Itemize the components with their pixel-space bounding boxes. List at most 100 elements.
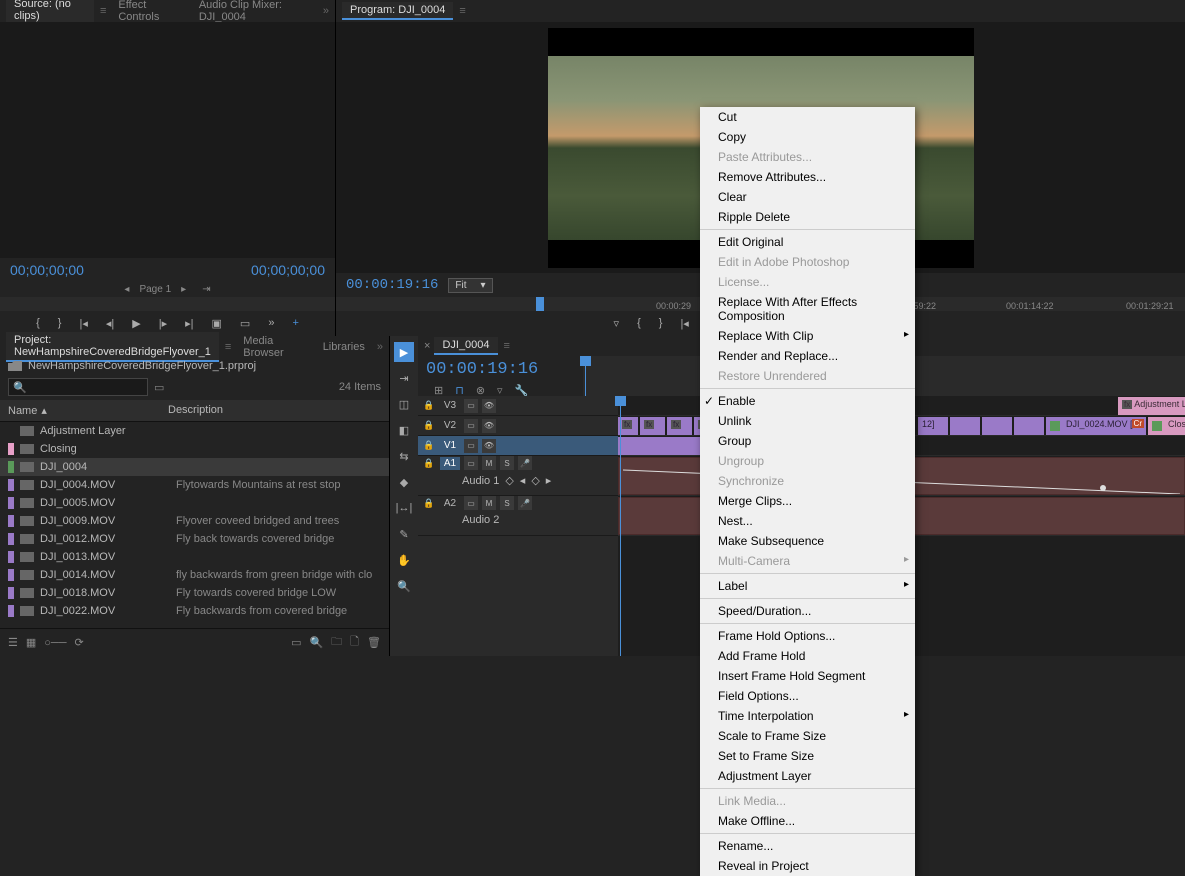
track-header-v1[interactable]: 🔒 V1 ▭ 👁 — [418, 436, 618, 456]
libraries-tab[interactable]: Libraries — [315, 339, 373, 355]
asset-row[interactable]: DJI_0004 — [0, 458, 389, 476]
timeline-playhead-line[interactable] — [620, 396, 621, 656]
menu-make-offline[interactable]: Make Offline... — [700, 811, 915, 831]
play-icon[interactable]: ▶ — [132, 317, 140, 330]
zoom-slider[interactable]: ○── — [44, 637, 66, 649]
clip-closing[interactable]: Closing — [1148, 417, 1185, 435]
tab-menu-icon[interactable]: ≡ — [504, 340, 510, 352]
track-header-a1[interactable]: 🔒 A1 ▭ M S 🎤 Audio 1 ◇ ◂ ◇ ▸ — [418, 456, 618, 496]
solo-icon[interactable]: S — [500, 456, 514, 470]
menu-cut[interactable]: Cut — [700, 107, 915, 127]
menu-enable[interactable]: Enable — [700, 391, 915, 411]
menu-clear[interactable]: Clear — [700, 187, 915, 207]
menu-render-replace[interactable]: Render and Replace... — [700, 346, 915, 366]
asset-row[interactable]: Closing — [0, 440, 389, 458]
new-bin-icon[interactable]: 🗀 — [331, 633, 342, 652]
menu-set-to-frame[interactable]: Set to Frame Size — [700, 746, 915, 766]
lock-icon[interactable]: 🔒 — [422, 439, 436, 453]
icon-view-icon[interactable]: ▦ — [26, 636, 36, 649]
close-seq-icon[interactable]: × — [424, 340, 430, 352]
tab-menu-icon[interactable]: ≡ — [225, 341, 231, 353]
toggle-output-icon[interactable]: ▭ — [464, 496, 478, 510]
rolling-edit-tool-icon[interactable]: ◧ — [394, 420, 414, 440]
menu-label[interactable]: Label — [700, 576, 915, 596]
clip[interactable] — [1014, 417, 1044, 435]
source-ruler[interactable] — [0, 297, 335, 311]
source-in-timecode[interactable]: 00;00;00;00 — [10, 262, 84, 278]
timeline-playhead[interactable] — [585, 356, 586, 396]
zoom-tool-icon[interactable]: 🔍 — [394, 576, 414, 596]
track-header-a2[interactable]: 🔒 A2 ▭ M S 🎤 Audio 2 — [418, 496, 618, 536]
ripple-edit-tool-icon[interactable]: ◫ — [394, 394, 414, 414]
name-column[interactable]: Name — [8, 405, 37, 417]
menu-frame-hold-options[interactable]: Frame Hold Options... — [700, 626, 915, 646]
new-item-icon[interactable]: 🗋 — [350, 633, 359, 652]
clip[interactable]: DJI_0024.MOV [1 Cr — [1046, 417, 1146, 435]
track-header-v2[interactable]: 🔒 V2 ▭ 👁 — [418, 416, 618, 436]
step-forward-icon[interactable]: |▸ — [159, 317, 167, 330]
sort-asc-icon[interactable]: ▴ — [41, 404, 47, 417]
asset-row[interactable]: DJI_0018.MOVFly towards covered bridge L… — [0, 584, 389, 602]
voice-over-icon[interactable]: 🎤 — [518, 496, 532, 510]
menu-adjustment-layer[interactable]: Adjustment Layer — [700, 766, 915, 786]
menu-make-subsequence[interactable]: Make Subsequence — [700, 531, 915, 551]
pen-tool-icon[interactable]: ✎ — [394, 524, 414, 544]
lock-icon[interactable]: 🔒 — [422, 496, 436, 510]
menu-edit-original[interactable]: Edit Original — [700, 232, 915, 252]
program-playhead[interactable] — [536, 297, 544, 311]
next-page-icon[interactable]: ▸ — [181, 284, 186, 295]
trash-icon[interactable]: 🗑 — [367, 636, 381, 649]
search-input[interactable]: 🔍 — [8, 378, 148, 396]
menu-unlink[interactable]: Unlink — [700, 411, 915, 431]
mute-icon[interactable]: M — [482, 496, 496, 510]
menu-scale-to-frame[interactable]: Scale to Frame Size — [700, 726, 915, 746]
asset-row[interactable]: DJI_0004.MOVFlytowards Mountains at rest… — [0, 476, 389, 494]
desc-column[interactable]: Description — [168, 404, 381, 417]
clip[interactable]: fx — [667, 417, 692, 435]
menu-remove-attributes[interactable]: Remove Attributes... — [700, 167, 915, 187]
page-spread-icon[interactable]: ⇥ — [202, 284, 210, 295]
program-tab[interactable]: Program: DJI_0004 — [342, 2, 453, 20]
menu-field-options[interactable]: Field Options... — [700, 686, 915, 706]
asset-row[interactable]: DJI_0005.MOV — [0, 494, 389, 512]
toggle-sync-icon[interactable]: 👁 — [482, 399, 496, 413]
snap-icon[interactable]: ⊓ — [455, 384, 464, 397]
mark-in-icon[interactable]: { — [36, 317, 40, 330]
razor-tool-icon[interactable]: ◆ — [394, 472, 414, 492]
go-to-in-icon[interactable]: |◂ — [680, 317, 688, 330]
keyframe-icon[interactable]: ◇ — [505, 474, 513, 487]
menu-time-interpolation[interactable]: Time Interpolation — [700, 706, 915, 726]
toggle-output-icon[interactable]: ▭ — [464, 456, 478, 470]
overwrite-icon[interactable]: ▭ — [240, 317, 250, 330]
go-to-in-icon[interactable]: |◂ — [79, 317, 87, 330]
selection-tool-icon[interactable]: ▶ — [394, 342, 414, 362]
menu-merge-clips[interactable]: Merge Clips... — [700, 491, 915, 511]
menu-rename[interactable]: Rename... — [700, 836, 915, 856]
lock-icon[interactable]: 🔒 — [422, 456, 436, 470]
media-browser-tab[interactable]: Media Browser — [235, 333, 310, 361]
lock-icon[interactable]: 🔒 — [422, 419, 436, 433]
track-header-v3[interactable]: 🔒 V3 ▭ 👁 — [418, 396, 618, 416]
add-keyframe-icon[interactable]: ◇ — [531, 474, 539, 487]
export-frame-icon[interactable]: » — [268, 317, 274, 330]
sort-icon[interactable]: ⟳ — [75, 636, 84, 649]
voice-over-icon[interactable]: 🎤 — [518, 456, 532, 470]
linked-selection-icon[interactable]: ⊗ — [476, 384, 485, 397]
clip[interactable] — [982, 417, 1012, 435]
prev-page-icon[interactable]: ◂ — [124, 284, 129, 295]
settings-icon[interactable]: 🔧 — [515, 384, 529, 397]
zoom-dropdown[interactable]: Fit▾ — [448, 278, 492, 293]
asset-list[interactable]: Adjustment Layer Closing DJI_0004 DJI_00… — [0, 422, 389, 628]
toggle-output-icon[interactable]: ▭ — [464, 419, 478, 433]
mark-out-icon[interactable]: } — [58, 317, 62, 330]
panel-overflow-icon[interactable]: » — [377, 341, 383, 353]
hand-tool-icon[interactable]: ✋ — [394, 550, 414, 570]
menu-ripple-delete[interactable]: Ripple Delete — [700, 207, 915, 227]
program-timecode[interactable]: 00:00:19:16 — [346, 277, 438, 293]
track-select-tool-icon[interactable]: ⇥ — [394, 368, 414, 388]
clip[interactable]: fx — [640, 417, 665, 435]
mark-in-icon[interactable]: { — [637, 317, 641, 330]
find-icon[interactable]: 🔍 — [309, 636, 323, 649]
clip-adjustment-layer[interactable]: fxAdjustment Layer — [1118, 397, 1185, 415]
tab-menu-icon[interactable]: ≡ — [100, 5, 106, 17]
